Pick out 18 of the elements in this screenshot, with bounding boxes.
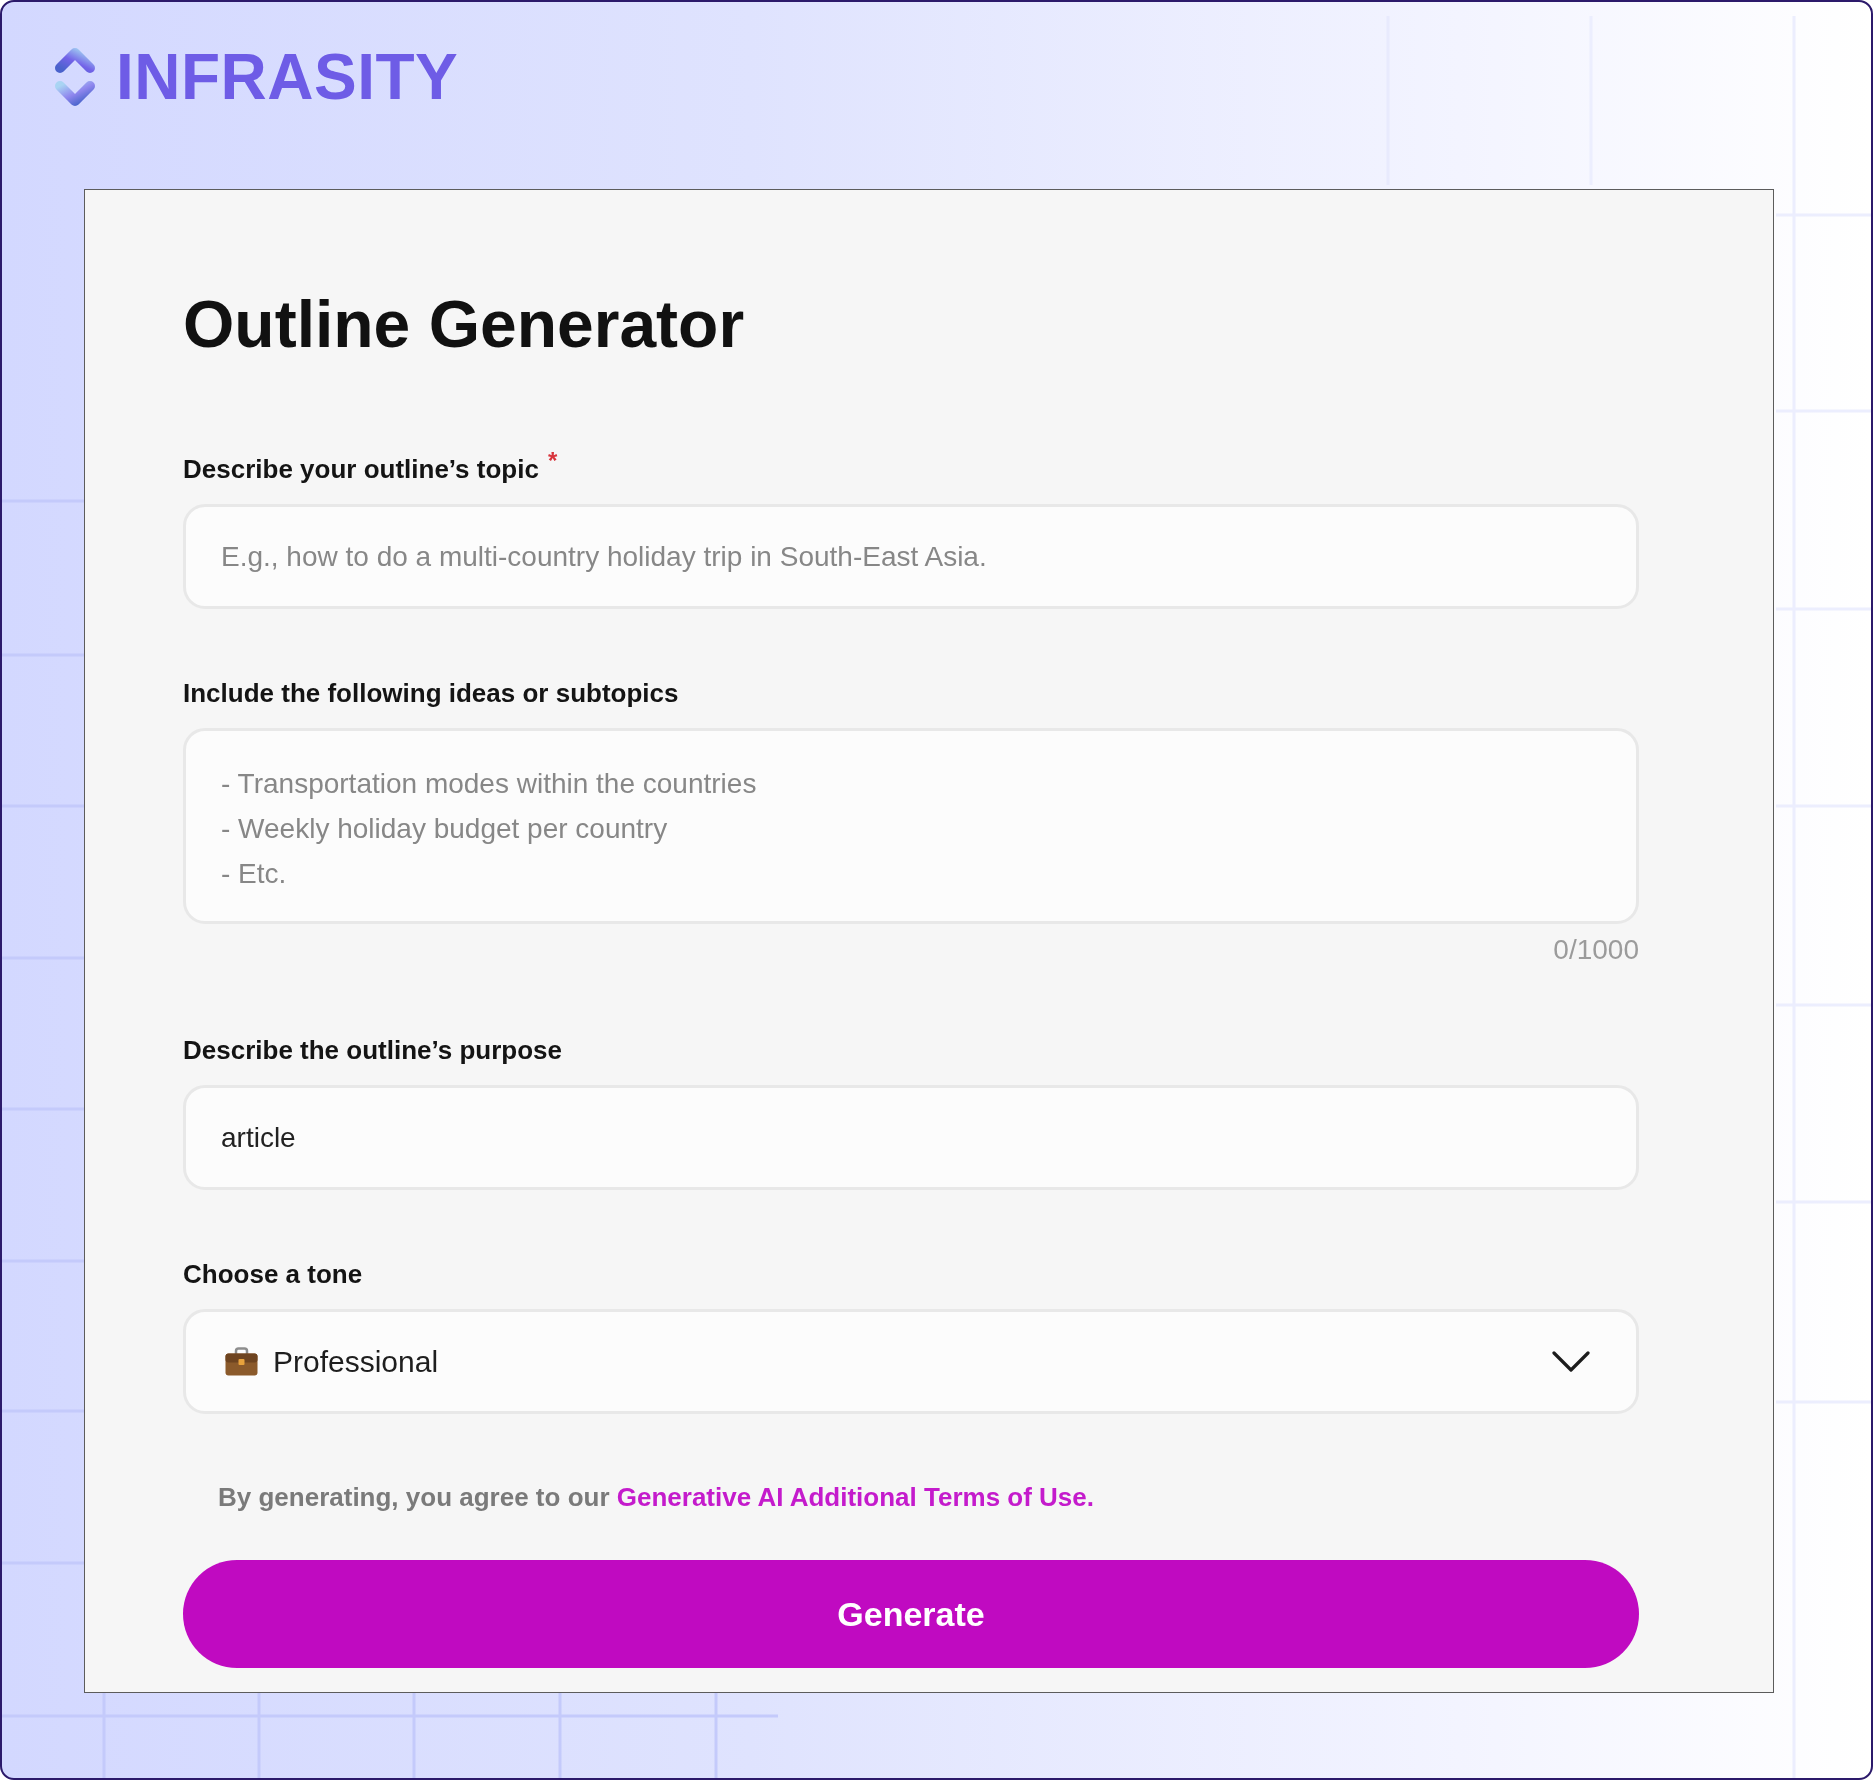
field-label: Include the following ideas or subtopics <box>183 677 679 709</box>
page-title: Outline Generator <box>183 289 745 359</box>
tone-dropdown[interactable]: Professional <box>183 1309 1639 1414</box>
brand-name: INFRASITY <box>116 41 459 113</box>
terms-notice: By generating, you agree to our Generative AI Additional Terms of Use. <box>218 1481 1094 1514</box>
logo-icon <box>54 47 96 107</box>
required-asterisk: * <box>547 451 558 471</box>
text-area[interactable]: - Transportation modes within the countries - Weekly holiday budget per country - Etc. <box>183 728 1639 924</box>
field-label: Choose a tone <box>183 1258 363 1290</box>
text-input[interactable]: article <box>183 1085 1639 1190</box>
field-label: Describe your outline’s topic <box>183 453 539 485</box>
character-counter: 0/1000 <box>1553 934 1639 966</box>
text-input[interactable]: E.g., how to do a multi-country holiday trip in South-East Asia. <box>183 504 1639 609</box>
generate-button[interactable]: Generate <box>183 1560 1639 1668</box>
briefcase-icon <box>225 1347 258 1376</box>
chevron-down-icon <box>1552 1350 1590 1373</box>
terms-link[interactable]: Generative AI Additional Terms of Use. <box>616 1482 1094 1512</box>
field-label: Describe the outline’s purpose <box>183 1034 562 1066</box>
